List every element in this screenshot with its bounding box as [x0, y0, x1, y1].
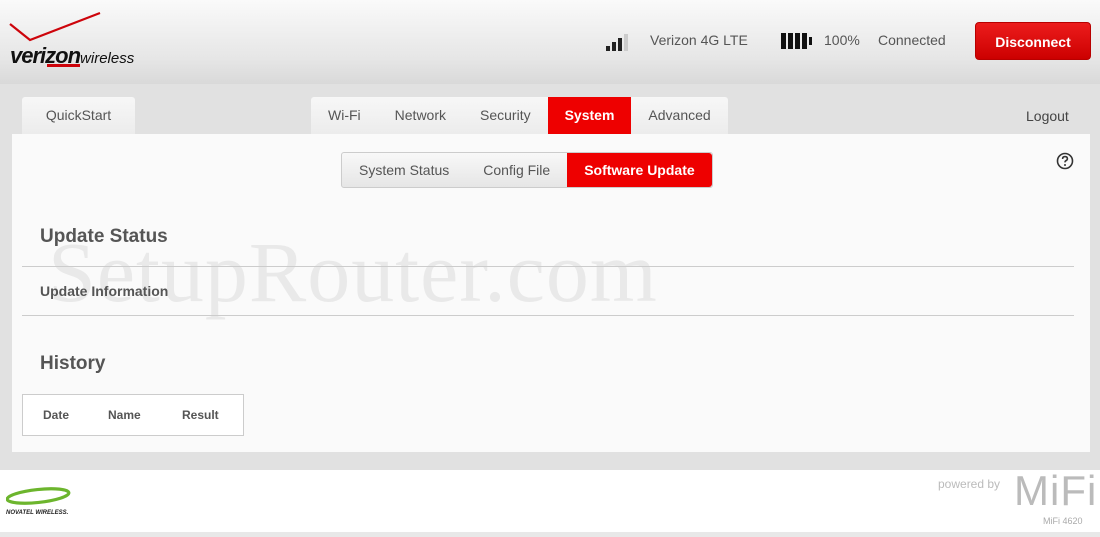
novatel-swoosh-icon [5, 487, 71, 505]
tab-network[interactable]: Network [378, 97, 463, 134]
novatel-label: NOVATEL WIRELESS. [6, 510, 69, 516]
tab-security[interactable]: Security [463, 97, 548, 134]
bottom-strip [0, 532, 1100, 537]
signal-strength-icon [606, 33, 640, 51]
main-tabs: Wi-Fi Network Security System Advanced [311, 97, 728, 134]
disconnect-button[interactable]: Disconnect [975, 22, 1091, 60]
logo-text-sub: wireless [80, 50, 135, 67]
logo-text-main: veri [10, 43, 46, 68]
mifi-logo: MiFi [1014, 467, 1098, 514]
mifi-model-label: MiFi 4620 [1043, 516, 1083, 526]
subtab-software-update[interactable]: Software Update [567, 153, 712, 187]
connection-status: Connected [878, 32, 946, 48]
divider [22, 266, 1074, 267]
history-column-name: Name [108, 408, 141, 422]
tab-system[interactable]: System [547, 97, 632, 134]
history-table: Date Name Result [22, 394, 244, 436]
tab-wifi[interactable]: Wi-Fi [311, 97, 378, 134]
battery-icon [781, 33, 815, 49]
tab-quickstart[interactable]: QuickStart [22, 97, 135, 134]
history-column-result: Result [182, 408, 219, 422]
top-header: verizonwireless Verizon 4G LTE 100% Conn… [0, 0, 1100, 84]
logout-link[interactable]: Logout [1026, 108, 1069, 124]
battery-percent: 100% [824, 32, 860, 48]
help-icon[interactable] [1056, 152, 1074, 170]
logo-text-z: zon [45, 43, 81, 68]
system-subtabs: System Status Config File Software Updat… [341, 152, 713, 188]
verizon-wireless-logo: verizonwireless [8, 10, 168, 70]
update-status-heading: Update Status [40, 226, 168, 247]
history-heading: History [40, 353, 106, 374]
novatel-wireless-logo: NOVATEL WIRELESS. [5, 485, 76, 521]
subtab-config-file[interactable]: Config File [466, 153, 567, 187]
divider [22, 315, 1074, 316]
update-information-label: Update Information [40, 283, 169, 299]
history-column-date: Date [43, 408, 70, 422]
subtab-system-status[interactable]: System Status [342, 153, 466, 187]
carrier-label: Verizon 4G LTE [650, 32, 748, 48]
powered-by-label: powered by [938, 477, 1001, 491]
tab-advanced[interactable]: Advanced [631, 97, 727, 134]
footer [0, 470, 1100, 532]
logo-text: verizonwireless [10, 43, 134, 69]
